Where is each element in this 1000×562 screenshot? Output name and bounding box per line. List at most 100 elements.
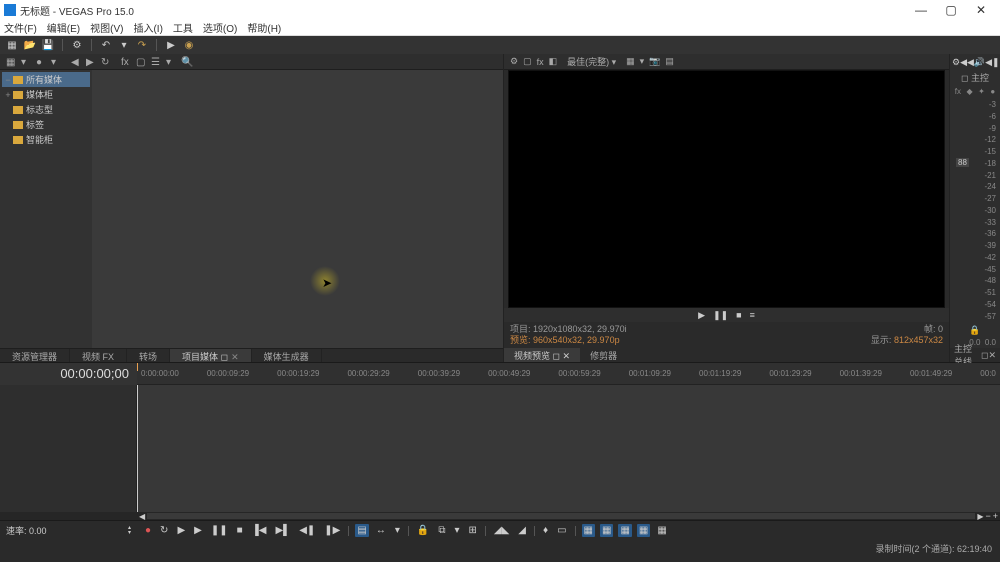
tab-project-media[interactable]: 项目媒体 ◻✕ <box>170 349 252 362</box>
region-tool-button[interactable]: ▭ <box>555 524 568 537</box>
meter-mute-icon[interactable]: 🔊 <box>974 57 985 68</box>
pause-button[interactable]: ❚❚ <box>209 524 230 537</box>
tab-trimmer[interactable]: 修剪器 <box>580 348 627 362</box>
lock-envelope-button[interactable]: 🔒 <box>415 524 431 537</box>
pause-icon[interactable]: ❚❚ <box>713 310 728 321</box>
tab-media-generators[interactable]: 媒体生成器 <box>252 349 322 362</box>
undock-icon[interactable]: ◻ <box>221 352 228 362</box>
tab-master-bus[interactable]: 主控总线 ◻ ✕ <box>950 348 1000 362</box>
playhead[interactable] <box>137 385 138 512</box>
media-list-area[interactable]: ➤ <box>92 70 503 348</box>
overlay-dropdown-icon[interactable]: ▾ <box>640 56 645 67</box>
go-end-button[interactable]: ▶▌ <box>273 524 292 537</box>
close-icon[interactable]: ✕ <box>563 351 571 361</box>
normal-edit-button[interactable]: ▤ <box>355 524 368 537</box>
split-icon[interactable]: ◧ <box>549 56 558 67</box>
menu-edit[interactable]: 编辑(E) <box>47 20 80 35</box>
search-icon[interactable]: 🔍 <box>181 57 191 67</box>
maximize-button[interactable]: ▢ <box>936 3 966 17</box>
undo-icon[interactable]: ↶ <box>100 39 112 51</box>
menu-options[interactable]: 选项(O) <box>203 20 237 35</box>
new-icon[interactable]: ▦ <box>6 39 18 51</box>
auto-icon[interactable]: ✦ <box>978 87 985 96</box>
go-start-button[interactable]: ▐◀ <box>250 524 269 537</box>
play-icon[interactable]: ▶ <box>698 310 705 321</box>
toggle-e-button[interactable]: ▦ <box>655 524 668 537</box>
ripple-dropdown-icon[interactable]: ▾ <box>393 524 402 537</box>
record-button[interactable]: ● <box>143 524 153 537</box>
tab-video-preview[interactable]: 视频预览 ◻ ✕ <box>504 348 580 362</box>
menu-file[interactable]: 文件(F) <box>4 20 37 35</box>
external-monitor-icon[interactable]: ▢ <box>523 56 532 67</box>
tree-item-all-media[interactable]: − 所有媒体 <box>2 72 90 87</box>
meter-prev-icon[interactable]: ◀◀ <box>960 57 974 68</box>
play-start-button[interactable]: ▶ <box>175 524 187 537</box>
undock-icon[interactable]: ◻ <box>553 351 560 361</box>
capture-icon[interactable]: ● <box>36 57 46 67</box>
prev-frame-button[interactable]: ◀❚ <box>297 524 317 537</box>
crop-icon[interactable]: ▢ <box>136 57 146 67</box>
meter-settings-icon[interactable]: ⚙ <box>952 57 960 68</box>
refresh-icon[interactable]: ↻ <box>101 57 111 67</box>
options-icon[interactable]: ≡ <box>750 310 755 320</box>
rate-spinner[interactable]: ▴▾ <box>128 526 131 536</box>
loop-button[interactable]: ↻ <box>158 524 170 537</box>
cursor-marker[interactable] <box>137 363 138 371</box>
toggle-c-button[interactable]: ▦ <box>618 524 631 537</box>
marker-tool-button[interactable]: ♦ <box>541 524 550 537</box>
quality-dropdown[interactable]: 最佳(完整) ▾ <box>567 55 616 68</box>
meter-dim-icon[interactable]: ◀❚ <box>985 57 999 68</box>
tree-item-media-bin[interactable]: + 媒体柜 <box>2 87 90 102</box>
menu-tools[interactable]: 工具 <box>173 20 193 35</box>
h-scrollbar[interactable] <box>147 513 975 519</box>
preview-settings-icon[interactable]: ⚙ <box>510 56 518 67</box>
expand-icon[interactable]: − <box>4 75 12 85</box>
tool-icon[interactable]: ▶ <box>165 39 177 51</box>
output-fx-icon[interactable]: fx <box>537 57 544 67</box>
minimize-button[interactable]: — <box>906 3 936 17</box>
open-icon[interactable]: 📂 <box>24 39 36 51</box>
save-icon[interactable]: 💾 <box>42 39 54 51</box>
meter-scale[interactable]: 88 -3 -6 -9 -12 -15 -18 -21 -24 -27 -30 … <box>950 98 1000 324</box>
view-dropdown-icon[interactable]: ▾ <box>166 57 176 67</box>
back-icon[interactable]: ◀ <box>71 57 81 67</box>
import-icon[interactable]: ▦ <box>6 57 16 67</box>
stop-button[interactable]: ■ <box>235 524 245 537</box>
forward-icon[interactable]: ▶ <box>86 57 96 67</box>
next-frame-button[interactable]: ❚▶ <box>322 524 342 537</box>
tab-video-fx[interactable]: 视频 FX <box>70 349 127 362</box>
capture-dropdown-icon[interactable]: ▾ <box>51 57 61 67</box>
fx-icon[interactable]: fx <box>121 57 131 67</box>
redo-icon[interactable]: ↷ <box>136 39 148 51</box>
fx-icon[interactable]: fx <box>955 87 961 96</box>
menu-help[interactable]: 帮助(H) <box>247 20 281 35</box>
crossfade-button[interactable]: ◢◣ <box>492 524 511 537</box>
expand-icon[interactable]: + <box>4 90 12 100</box>
view-icon[interactable]: ☰ <box>151 57 161 67</box>
track-header-column[interactable] <box>0 385 137 512</box>
tool-icon[interactable]: ◉ <box>183 39 195 51</box>
lock-icon[interactable]: 🔒 <box>950 324 1000 337</box>
tree-item-smart-bin[interactable]: 智能柜 <box>2 132 90 147</box>
expand-icon[interactable] <box>4 120 12 130</box>
close-icon[interactable]: ✕ <box>231 352 239 362</box>
quantize-button[interactable]: ⊞ <box>466 524 478 537</box>
video-preview[interactable] <box>508 70 945 308</box>
properties-icon[interactable]: ⚙ <box>71 39 83 51</box>
toggle-b-button[interactable]: ▦ <box>600 524 613 537</box>
toggle-d-button[interactable]: ▦ <box>637 524 650 537</box>
stop-icon[interactable]: ■ <box>736 310 741 320</box>
overlay-icon[interactable]: ▦ <box>626 56 635 67</box>
play-button[interactable]: ▶ <box>192 524 204 537</box>
insert-icon[interactable]: ◆ <box>967 87 973 96</box>
tab-explorer[interactable]: 资源管理器 <box>0 349 70 362</box>
tab-transitions[interactable]: 转场 <box>127 349 170 362</box>
menu-insert[interactable]: 插入(I) <box>133 20 162 35</box>
snapshot-icon[interactable]: 📷 <box>649 56 660 67</box>
timecode-display[interactable]: 00:00:00;00 <box>0 363 137 385</box>
menu-view[interactable]: 视图(V) <box>90 20 123 35</box>
toggle-a-button[interactable]: ▦ <box>582 524 595 537</box>
close-button[interactable]: ✕ <box>966 3 996 17</box>
snap-button[interactable]: ⧉ <box>436 524 447 537</box>
expand-icon[interactable] <box>4 135 12 145</box>
